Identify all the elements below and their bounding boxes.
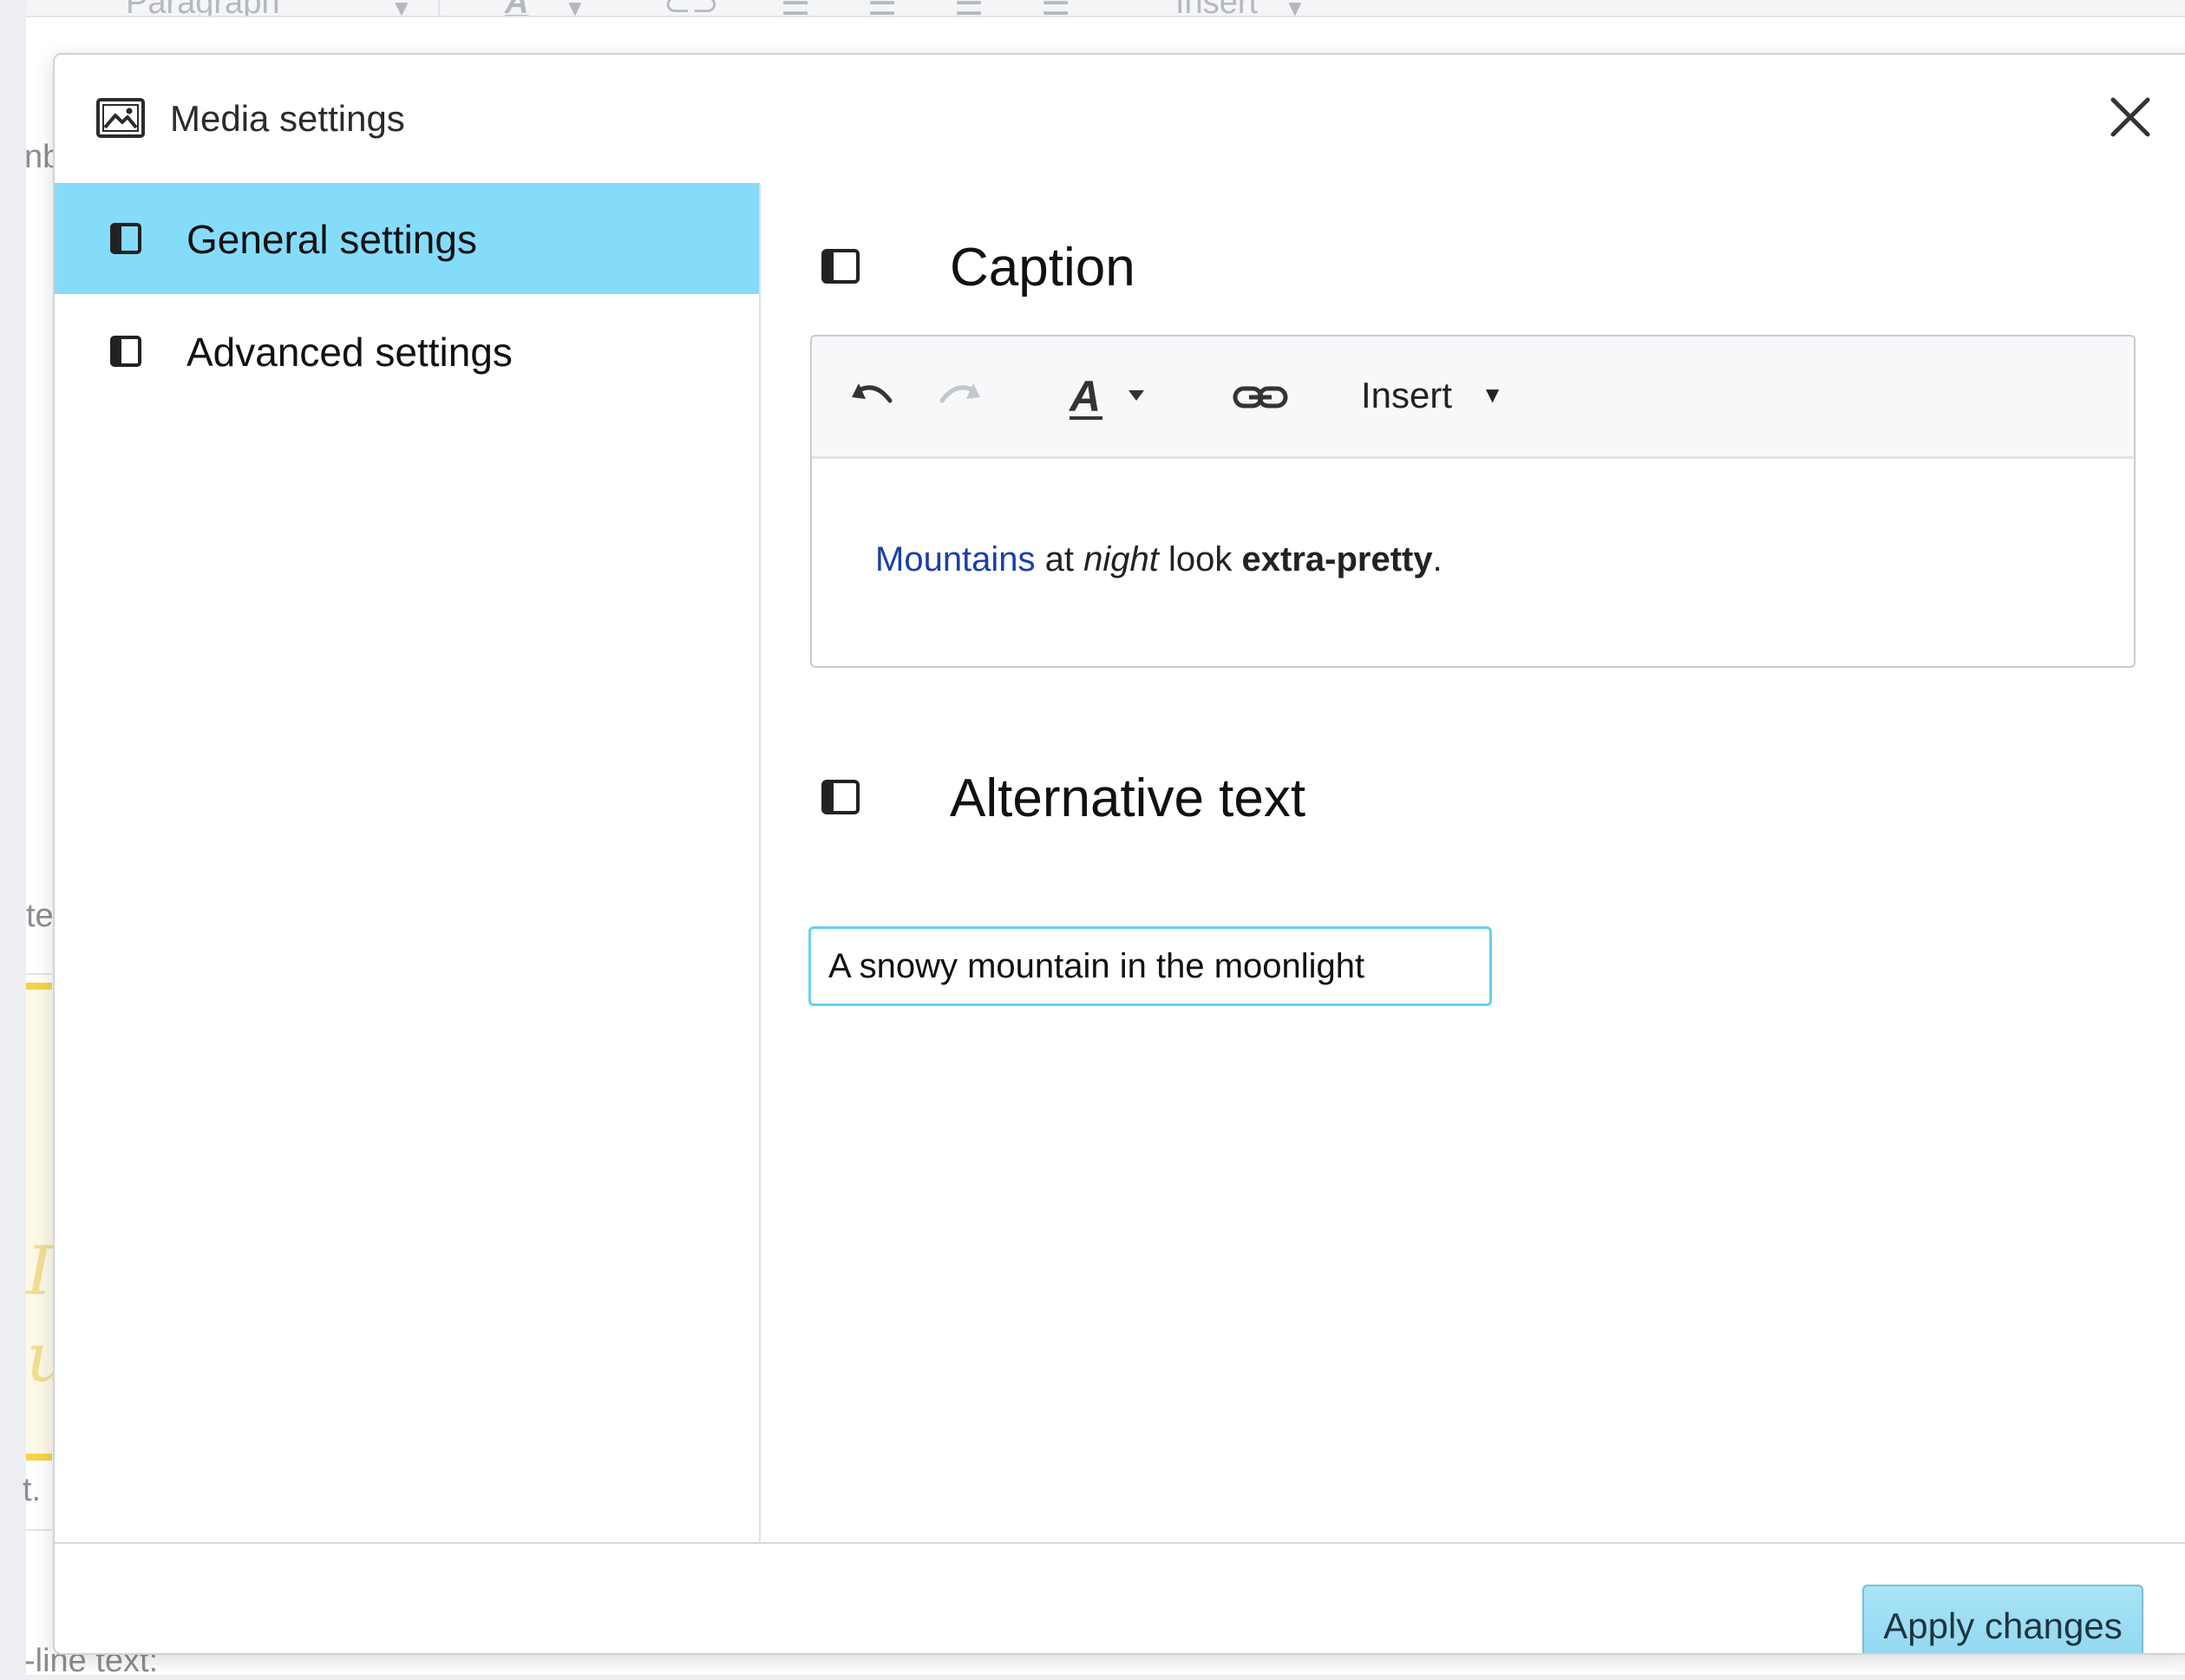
- bg-chevron-down-icon: ▼: [390, 0, 413, 17]
- bg-numbered-list-icon: ☰: [781, 0, 810, 16]
- caption-section-title: Caption: [950, 238, 1135, 297]
- dialog-footer: Apply changes: [55, 1542, 2185, 1653]
- dialog-title: Media settings: [170, 98, 405, 139]
- bg-insert-dropdown: Insert: [1175, 0, 1258, 16]
- bg-link-icon: ⊂⊃: [664, 0, 719, 16]
- bg-text-style-icon: A: [505, 0, 528, 16]
- close-button[interactable]: [2104, 91, 2156, 143]
- caption-toolbar: A Insert ▼: [812, 337, 2134, 459]
- panel-icon: [821, 780, 860, 814]
- bg-indent-icon: ☰: [1041, 0, 1070, 16]
- redo-icon[interactable]: [933, 371, 985, 423]
- settings-sidebar: General settings Advanced settings: [55, 183, 761, 1542]
- settings-content: Caption A Insert ▼ Mountains at night lo…: [761, 183, 2185, 1542]
- bg-divider: [26, 973, 52, 975]
- sidebar-item-label: General settings: [186, 217, 477, 262]
- insert-label: Insert: [1361, 375, 1453, 415]
- bg-italic-glyph: I: [26, 1232, 53, 1311]
- alt-text-input[interactable]: [808, 926, 1492, 1006]
- caption-editor: A Insert ▼ Mountains at night look extra…: [810, 335, 2136, 668]
- caption-text: look: [1158, 540, 1242, 579]
- bg-chevron-down-icon: ▼: [564, 0, 586, 17]
- svg-text:A: A: [1068, 372, 1101, 421]
- dialog-header: Media settings: [55, 55, 2185, 185]
- bg-text-fragment: t.: [23, 1472, 42, 1508]
- bg-divider: [26, 1529, 52, 1531]
- image-icon: [96, 98, 145, 138]
- bg-chevron-down-icon: ▼: [1284, 0, 1306, 17]
- caption-text: at: [1035, 540, 1084, 579]
- undo-icon[interactable]: [847, 371, 899, 423]
- bg-outdent-icon: ☰: [954, 0, 984, 16]
- media-settings-dialog: Media settings General settings Advanced…: [53, 53, 2185, 1655]
- bg-highlight-bar: [26, 1454, 52, 1461]
- panel-icon: [110, 336, 141, 367]
- caption-bold-text: extra-pretty: [1241, 540, 1433, 579]
- caption-italic-text: night: [1083, 540, 1159, 579]
- bg-toolbar-divider: [438, 0, 440, 16]
- text-style-dropdown[interactable]: A: [1066, 371, 1161, 423]
- background-toolbar: Paragraph ▼ A ▼ ⊂⊃ ☰ ☰ ☰ ☰ Insert ▼: [26, 0, 2185, 17]
- panel-icon: [110, 223, 141, 254]
- bg-text-fragment: te: [26, 898, 54, 934]
- caption-text: .: [1432, 540, 1442, 579]
- apply-changes-button[interactable]: Apply changes: [1862, 1585, 2143, 1653]
- caption-text-area[interactable]: Mountains at night look extra-pretty.: [875, 540, 1442, 579]
- insert-dropdown[interactable]: Insert ▼: [1361, 375, 1503, 416]
- bg-bulleted-list-icon: ☰: [867, 0, 897, 16]
- text-style-icon: A: [1068, 372, 1144, 421]
- caption-link[interactable]: Mountains: [875, 540, 1036, 579]
- bg-paragraph-dropdown: Paragraph: [126, 0, 279, 16]
- panel-icon: [821, 249, 860, 284]
- chevron-down-icon: ▼: [1481, 382, 1504, 408]
- sidebar-item-label: Advanced settings: [186, 330, 513, 375]
- sidebar-item-advanced-settings[interactable]: Advanced settings: [55, 296, 759, 407]
- link-icon[interactable]: [1230, 371, 1291, 423]
- bg-highlight-bar: [26, 983, 52, 990]
- alt-text-section-title: Alternative text: [950, 768, 1306, 828]
- sidebar-item-general-settings[interactable]: General settings: [55, 183, 759, 294]
- close-icon: [2110, 97, 2150, 137]
- bg-highlight-block: I u: [26, 990, 69, 1454]
